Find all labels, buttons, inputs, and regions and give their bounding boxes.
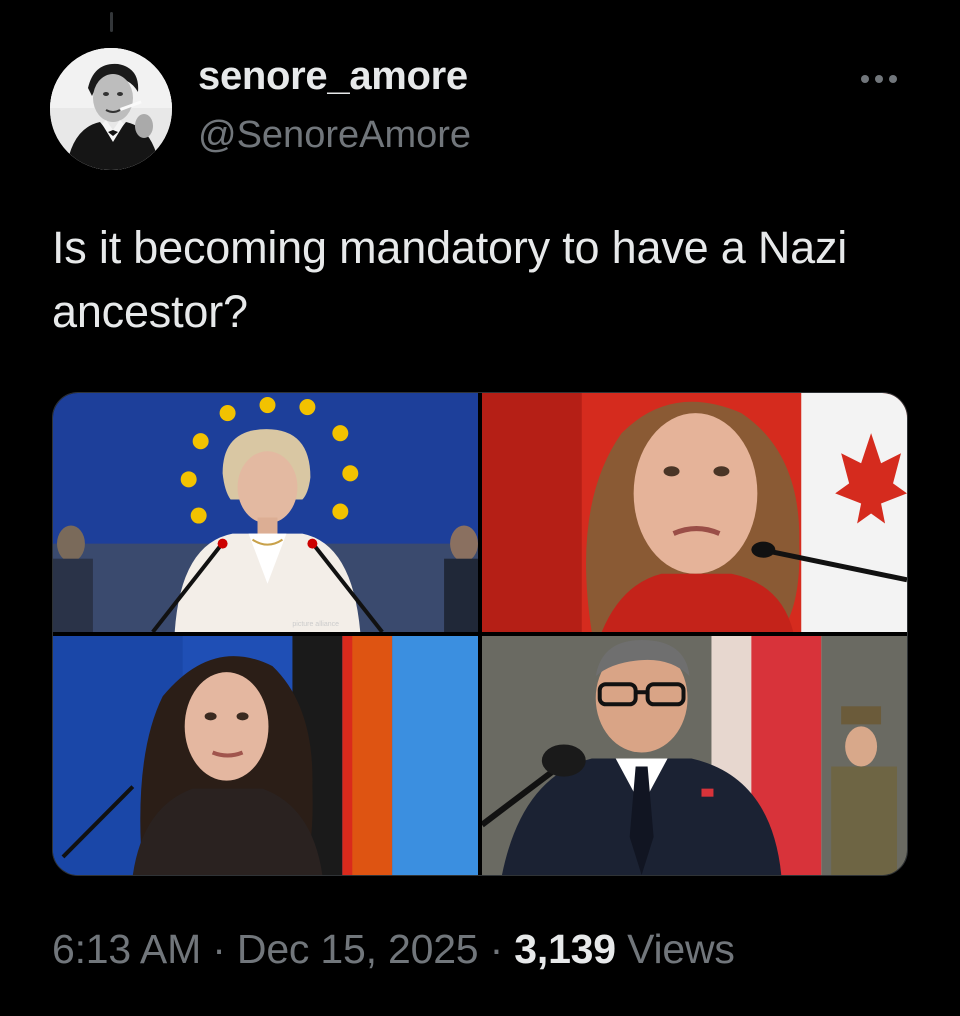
meta-separator: · xyxy=(212,926,226,972)
more-horizontal-icon xyxy=(861,75,869,83)
views-link[interactable]: 3,139 Views xyxy=(514,926,735,972)
photo-polish-speaker xyxy=(482,636,907,875)
media-photo-4[interactable] xyxy=(482,636,907,875)
meta-separator: · xyxy=(489,926,504,972)
tweet-text: Is it becoming mandatory to have a Nazi … xyxy=(52,222,848,337)
avatar-portrait-image xyxy=(50,48,172,170)
media-grid: picture alliance xyxy=(52,392,908,876)
display-name[interactable]: senore_amore xyxy=(198,54,468,99)
media-photo-1[interactable]: picture alliance xyxy=(53,393,478,632)
views-label: Views xyxy=(627,926,735,972)
media-photo-2[interactable] xyxy=(482,393,907,632)
photo-eu-parliament-speaker: picture alliance xyxy=(53,393,478,632)
photo-german-speaker xyxy=(53,636,478,875)
views-count: 3,139 xyxy=(514,926,616,972)
user-handle[interactable]: @SenoreAmore xyxy=(198,114,471,157)
tweet-date: Dec 15, 2025 xyxy=(236,926,479,972)
tweet-time-link[interactable]: 6:13 AM · Dec 15, 2025 xyxy=(52,926,479,972)
profile-avatar[interactable] xyxy=(50,48,172,170)
thread-connector-line xyxy=(110,12,113,32)
more-options-button[interactable] xyxy=(848,62,910,96)
tweet-time: 6:13 AM xyxy=(52,926,202,972)
more-horizontal-icon-dot xyxy=(875,75,883,83)
photo-credit-watermark: picture alliance xyxy=(292,621,339,628)
tweet-metadata-row: 6:13 AM · Dec 15, 2025 · 3,139 Views xyxy=(52,926,735,973)
media-photo-3[interactable] xyxy=(53,636,478,875)
more-horizontal-icon-dot xyxy=(889,75,897,83)
photo-canadian-speaker xyxy=(482,393,907,632)
